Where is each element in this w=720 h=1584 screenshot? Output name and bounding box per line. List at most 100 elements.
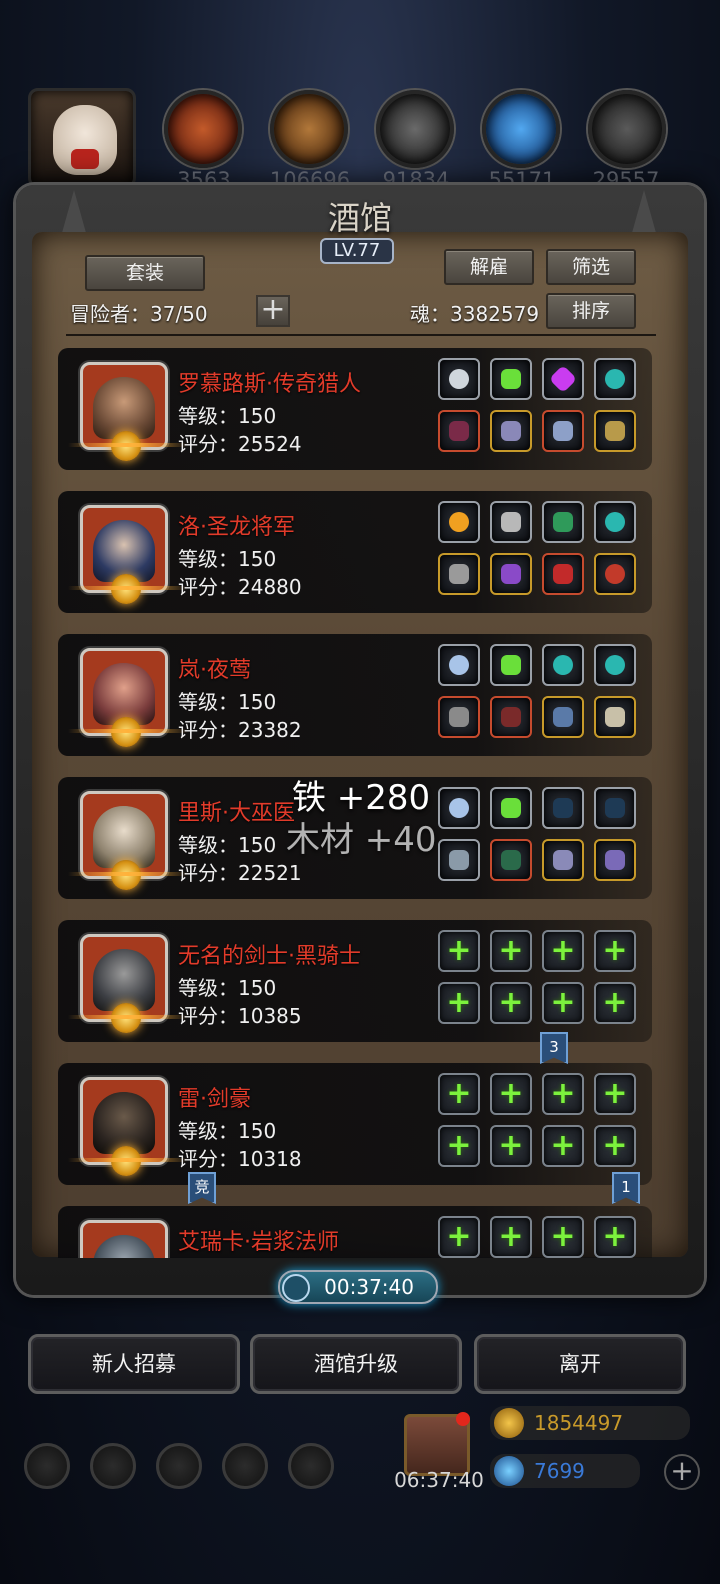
empty-slot-add-icon[interactable]: + — [438, 930, 480, 972]
empty-slot-add-icon[interactable]: + — [490, 1216, 532, 1258]
meat-icon[interactable] — [164, 90, 242, 168]
hero-row[interactable]: 岚·夜莺 等级：150 评分：23382 — [58, 634, 652, 756]
empty-slot-add-icon[interactable]: + — [438, 1073, 480, 1115]
stone-slot-icon[interactable] — [594, 644, 636, 686]
hero-level: 等级：150 — [178, 690, 277, 714]
hero-row[interactable]: 罗慕路斯·传奇猎人 等级：150 评分：25524 — [58, 348, 652, 470]
empty-slot-add-icon[interactable]: + — [490, 1073, 532, 1115]
hero-row[interactable]: 艾瑞卡·岩浆法师 + + + + — [58, 1206, 652, 1258]
hero-face — [93, 1092, 155, 1154]
empty-slot-add-icon[interactable]: + — [542, 1125, 584, 1167]
wand-slot-icon[interactable] — [542, 501, 584, 543]
hero-portrait[interactable] — [80, 505, 168, 604]
stone-icon[interactable] — [588, 90, 666, 168]
sort-button[interactable]: 排序 — [546, 293, 636, 329]
map-icon[interactable] — [288, 1443, 334, 1489]
stone-slot-icon[interactable] — [594, 501, 636, 543]
add-slot-button[interactable]: + — [256, 295, 290, 327]
weapon-slot-icon[interactable] — [438, 696, 480, 738]
potion-slot-icon[interactable] — [490, 358, 532, 400]
ring-slot-icon[interactable] — [438, 787, 480, 829]
empty-slot-add-icon[interactable]: + — [594, 1073, 636, 1115]
adventurer-count: 冒险者：37/50 — [70, 302, 208, 326]
helmet-slot-icon[interactable] — [542, 410, 584, 452]
tavern-level-badge: LV.77 — [320, 238, 394, 264]
stone-slot-icon[interactable] — [594, 358, 636, 400]
stone-slot-icon[interactable] — [490, 501, 532, 543]
notification-dot — [456, 1412, 470, 1426]
potion-slot-icon[interactable] — [490, 787, 532, 829]
crystal-icon[interactable] — [482, 90, 560, 168]
hero-row[interactable]: 雷·剑豪 等级：150 评分：10318 + + + + + + + + — [58, 1063, 652, 1185]
bow-slot-icon[interactable] — [594, 787, 636, 829]
hero-name: 艾瑞卡·岩浆法师 — [178, 1230, 339, 1255]
empty-slot-add-icon[interactable]: + — [594, 1216, 636, 1258]
hero-portrait[interactable] — [80, 1220, 168, 1258]
hero-row[interactable]: 无名的剑士·黑骑士 等级：150 评分：10385 + + + + + + + … — [58, 920, 652, 1042]
empty-slot-add-icon[interactable]: + — [542, 930, 584, 972]
star-icon[interactable] — [90, 1443, 136, 1489]
building-icon[interactable] — [156, 1443, 202, 1489]
hero-level: 等级：150 — [178, 404, 277, 428]
mail-icon[interactable] — [222, 1443, 268, 1489]
iron-icon[interactable] — [376, 90, 454, 168]
gem-slot-icon[interactable] — [542, 358, 584, 400]
tavern-upgrade-button[interactable]: 酒馆升级 — [250, 1334, 462, 1394]
amulet-slot-icon[interactable] — [542, 696, 584, 738]
weapon-slot-icon[interactable] — [438, 553, 480, 595]
hero-portrait[interactable] — [80, 791, 168, 890]
hero-portrait[interactable] — [80, 362, 168, 461]
ring-slot-icon[interactable] — [438, 501, 480, 543]
empty-slot-add-icon[interactable]: + — [490, 982, 532, 1024]
gold-coin-icon — [494, 1408, 524, 1438]
hero-score: 评分：25524 — [178, 432, 302, 456]
empty-slot-add-icon[interactable]: + — [594, 982, 636, 1024]
add-currency-button[interactable]: + — [664, 1454, 700, 1490]
clock-icon — [282, 1274, 310, 1302]
player-avatar[interactable] — [28, 88, 136, 188]
amulet-slot-icon[interactable] — [542, 839, 584, 881]
recruit-button[interactable]: 新人招募 — [28, 1334, 240, 1394]
empty-slot-add-icon[interactable]: + — [438, 982, 480, 1024]
helmet-slot-icon[interactable] — [594, 696, 636, 738]
hero-face — [93, 377, 155, 439]
leave-button[interactable]: 离开 — [474, 1334, 686, 1394]
empty-slot-add-icon[interactable]: + — [594, 1125, 636, 1167]
empty-slot-add-icon[interactable]: + — [542, 982, 584, 1024]
staff-slot-icon[interactable] — [438, 839, 480, 881]
helmet-slot-icon[interactable] — [594, 839, 636, 881]
ring-slot-icon[interactable] — [438, 644, 480, 686]
boots-slot-icon[interactable] — [594, 553, 636, 595]
dismiss-button[interactable]: 解雇 — [444, 249, 534, 285]
settings-icon[interactable] — [24, 1443, 70, 1489]
hero-row[interactable]: 洛·圣龙将军 等级：150 评分：24880 — [58, 491, 652, 613]
stone-slot-icon[interactable] — [542, 644, 584, 686]
weapon-slot-icon[interactable] — [438, 410, 480, 452]
armor-slot-icon[interactable] — [490, 553, 532, 595]
empty-slot-add-icon[interactable]: + — [490, 1125, 532, 1167]
boots-slot-icon[interactable] — [594, 410, 636, 452]
wood-icon[interactable] — [270, 90, 348, 168]
helmet-slot-icon[interactable] — [542, 553, 584, 595]
empty-slot-add-icon[interactable]: + — [594, 930, 636, 972]
filter-button[interactable]: 筛选 — [546, 249, 636, 285]
hero-face — [93, 1235, 155, 1258]
ring-slot-icon[interactable] — [438, 358, 480, 400]
armor-slot-icon[interactable] — [490, 696, 532, 738]
hero-portrait[interactable] — [80, 1077, 168, 1176]
armor-slot-icon[interactable] — [490, 839, 532, 881]
set-button[interactable]: 套装 — [85, 255, 205, 291]
bow-slot-icon[interactable] — [542, 787, 584, 829]
empty-slot-add-icon[interactable]: + — [438, 1216, 480, 1258]
empty-slot-add-icon[interactable]: + — [542, 1073, 584, 1115]
armor-slot-icon[interactable] — [490, 410, 532, 452]
hero-portrait[interactable] — [80, 648, 168, 747]
potion-slot-icon[interactable] — [490, 644, 532, 686]
portrait-glow — [68, 443, 188, 447]
empty-slot-add-icon[interactable]: + — [490, 930, 532, 972]
empty-slot-add-icon[interactable]: + — [542, 1216, 584, 1258]
hero-face — [93, 949, 155, 1011]
empty-slot-add-icon[interactable]: + — [438, 1125, 480, 1167]
hero-portrait[interactable] — [80, 934, 168, 1033]
hero-name: 无名的剑士·黑骑士 — [178, 944, 361, 969]
